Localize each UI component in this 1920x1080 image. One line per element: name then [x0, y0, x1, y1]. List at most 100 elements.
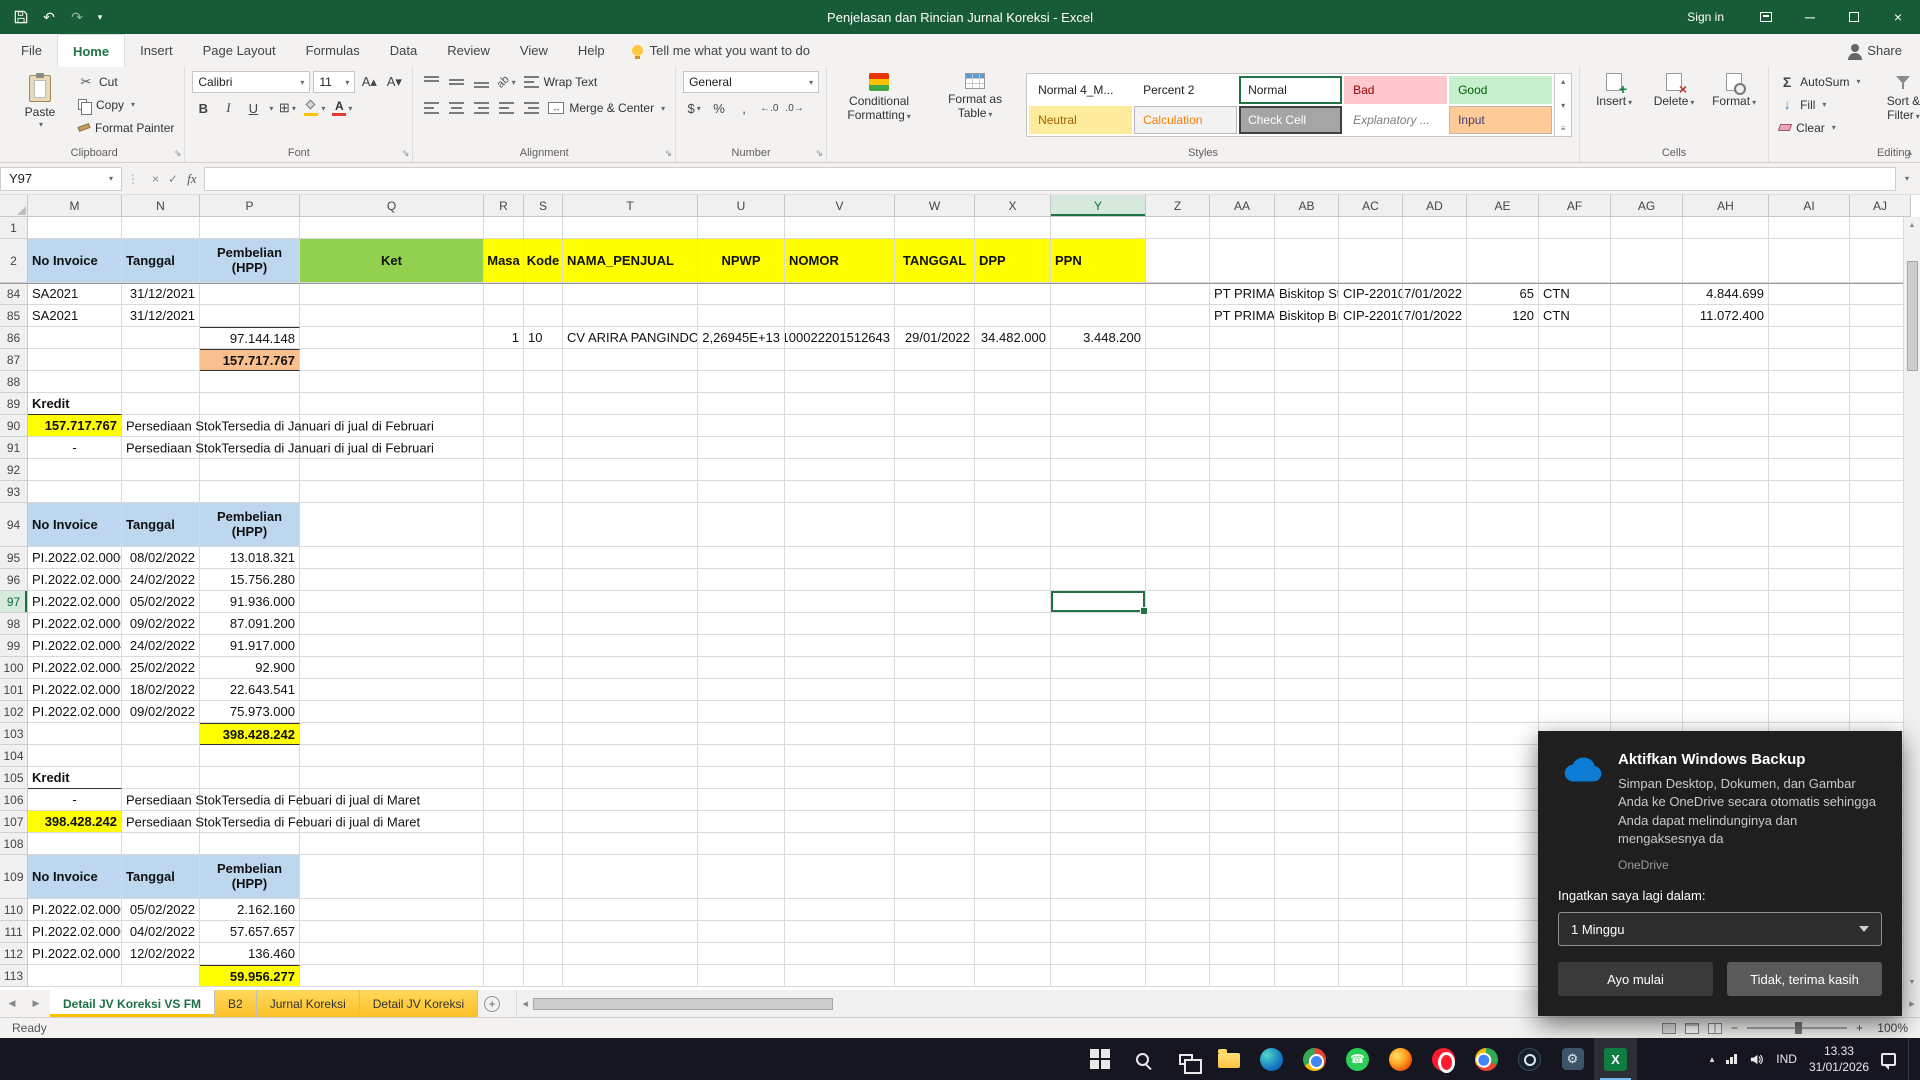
- cell-AG96[interactable]: [1611, 569, 1683, 591]
- cell-AB103[interactable]: [1275, 723, 1339, 745]
- cell-S110[interactable]: [524, 899, 563, 921]
- cell-AB92[interactable]: [1275, 459, 1339, 481]
- cell-S87[interactable]: [524, 349, 563, 371]
- cell-W91[interactable]: [895, 437, 975, 459]
- cell-Y100[interactable]: [1051, 657, 1146, 679]
- cell-Q111[interactable]: [300, 921, 484, 943]
- cell-AC89[interactable]: [1339, 393, 1403, 415]
- customize-quick-access-button[interactable]: ▾: [94, 4, 106, 30]
- cell-AD95[interactable]: [1403, 547, 1467, 569]
- cell-X88[interactable]: [975, 371, 1051, 393]
- cell-N103[interactable]: [122, 723, 200, 745]
- cell-AI1[interactable]: [1769, 217, 1850, 239]
- cell-AB104[interactable]: [1275, 745, 1339, 767]
- row-header-97[interactable]: 97: [0, 591, 28, 613]
- cell-X106[interactable]: [975, 789, 1051, 811]
- cell-Z96[interactable]: [1146, 569, 1210, 591]
- cell-Z104[interactable]: [1146, 745, 1210, 767]
- cell-AC2[interactable]: [1339, 239, 1403, 283]
- align-top-button[interactable]: [420, 71, 442, 93]
- cell-AH2[interactable]: [1683, 239, 1769, 283]
- cell-AE1[interactable]: [1467, 217, 1539, 239]
- cell-U113[interactable]: [698, 965, 785, 987]
- vertical-scrollbar[interactable]: ▲ ▼: [1903, 217, 1920, 990]
- accounting-format-button[interactable]: $ ▾: [683, 97, 705, 119]
- cell-AH101[interactable]: [1683, 679, 1769, 701]
- cell-P1[interactable]: [200, 217, 300, 239]
- cell-Q105[interactable]: [300, 767, 484, 789]
- col-header-R[interactable]: R: [484, 195, 524, 217]
- cell-N107[interactable]: Persediaan StokTersedia di Febuari di ju…: [122, 811, 420, 833]
- formula-input[interactable]: [204, 166, 1896, 191]
- cell-AB99[interactable]: [1275, 635, 1339, 657]
- cell-V100[interactable]: [785, 657, 895, 679]
- cell-AE92[interactable]: [1467, 459, 1539, 481]
- normal-view-button[interactable]: [1661, 1022, 1676, 1034]
- cell-AC88[interactable]: [1339, 371, 1403, 393]
- cell-X97[interactable]: [975, 591, 1051, 613]
- col-header-AE[interactable]: AE: [1467, 195, 1539, 217]
- cell-Q93[interactable]: [300, 481, 484, 503]
- cell-W1[interactable]: [895, 217, 975, 239]
- cell-AB85[interactable]: Biskitop Bu: [1275, 305, 1339, 327]
- cell-Y1[interactable]: [1051, 217, 1146, 239]
- cell-AG91[interactable]: [1611, 437, 1683, 459]
- cell-AF90[interactable]: [1539, 415, 1611, 437]
- cell-M2[interactable]: No Invoice: [28, 239, 122, 283]
- cell-V91[interactable]: [785, 437, 895, 459]
- taskbar-app-button[interactable]: ⚙: [1551, 1038, 1594, 1080]
- row-header-101[interactable]: 101: [0, 679, 28, 701]
- cell-AB101[interactable]: [1275, 679, 1339, 701]
- cell-AB84[interactable]: Biskitop Sti: [1275, 283, 1339, 305]
- cell-AG95[interactable]: [1611, 547, 1683, 569]
- cell-AA96[interactable]: [1210, 569, 1275, 591]
- cell-M109[interactable]: No Invoice: [28, 855, 122, 899]
- cell-T111[interactable]: [563, 921, 698, 943]
- hidden-icons-button[interactable]: ▴: [1710, 1054, 1715, 1065]
- cell-S96[interactable]: [524, 569, 563, 591]
- cell-X93[interactable]: [975, 481, 1051, 503]
- cell-V110[interactable]: [785, 899, 895, 921]
- cell-AA100[interactable]: [1210, 657, 1275, 679]
- style-chip-normal-4-m[interactable]: Normal 4_M...: [1029, 76, 1133, 104]
- col-header-AB[interactable]: AB: [1275, 195, 1339, 217]
- cell-T107[interactable]: [563, 811, 698, 833]
- cell-AJ84[interactable]: [1850, 283, 1903, 305]
- cell-AD108[interactable]: [1403, 833, 1467, 855]
- row-header-2[interactable]: 2: [0, 239, 28, 283]
- col-header-X[interactable]: X: [975, 195, 1051, 217]
- cell-Q100[interactable]: [300, 657, 484, 679]
- cell-Y111[interactable]: [1051, 921, 1146, 943]
- cell-Y109[interactable]: [1051, 855, 1146, 899]
- cell-AB94[interactable]: [1275, 503, 1339, 547]
- cell-T92[interactable]: [563, 459, 698, 481]
- cell-AE97[interactable]: [1467, 591, 1539, 613]
- cell-AJ88[interactable]: [1850, 371, 1903, 393]
- cell-P111[interactable]: 57.657.657: [200, 921, 300, 943]
- cell-AB112[interactable]: [1275, 943, 1339, 965]
- tab-view[interactable]: View: [505, 34, 563, 67]
- cell-W2[interactable]: TANGGAL: [895, 239, 975, 283]
- cell-U107[interactable]: [698, 811, 785, 833]
- cell-N102[interactable]: 09/02/2022: [122, 701, 200, 723]
- cell-X104[interactable]: [975, 745, 1051, 767]
- cell-AA86[interactable]: [1210, 327, 1275, 349]
- cell-AF88[interactable]: [1539, 371, 1611, 393]
- cell-AI96[interactable]: [1769, 569, 1850, 591]
- cell-U2[interactable]: NPWP: [698, 239, 785, 283]
- cell-Q2[interactable]: Ket: [300, 239, 484, 283]
- cell-Q87[interactable]: [300, 349, 484, 371]
- fill-button[interactable]: ↓ Fill ▾: [1776, 94, 1863, 115]
- cell-AJ102[interactable]: [1850, 701, 1903, 723]
- cell-AD1[interactable]: [1403, 217, 1467, 239]
- cell-P92[interactable]: [200, 459, 300, 481]
- cell-Z90[interactable]: [1146, 415, 1210, 437]
- cell-S113[interactable]: [524, 965, 563, 987]
- cell-Q98[interactable]: [300, 613, 484, 635]
- cell-U91[interactable]: [698, 437, 785, 459]
- cell-U1[interactable]: [698, 217, 785, 239]
- cell-AI98[interactable]: [1769, 613, 1850, 635]
- col-header-AD[interactable]: AD: [1403, 195, 1467, 217]
- cell-M89[interactable]: Kredit: [28, 393, 122, 415]
- cell-P94[interactable]: Pembelian (HPP): [200, 503, 300, 547]
